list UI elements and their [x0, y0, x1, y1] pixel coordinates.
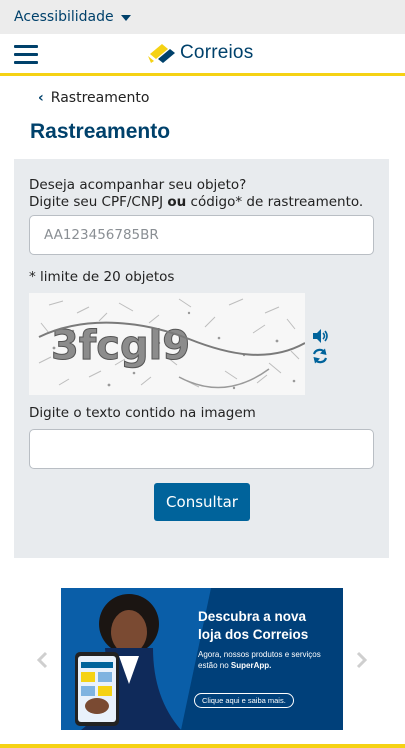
correios-logo[interactable]: Correios	[148, 42, 253, 64]
intro-line-2: Digite seu CPF/CNPJ ou código* de rastre…	[29, 194, 364, 210]
logo-text: Correios	[180, 42, 254, 63]
tracking-form-panel: Deseja acompanhar seu objeto? Digite seu…	[14, 159, 389, 558]
intro-line-1: Deseja acompanhar seu objeto?	[29, 177, 247, 193]
back-link[interactable]: ‹ Rastreamento	[38, 90, 149, 106]
accessibility-label: Acessibilidade	[14, 9, 114, 25]
chevron-left-icon[interactable]	[34, 650, 52, 670]
chevron-left-icon: ‹	[38, 90, 44, 106]
site-header: Correios	[0, 34, 405, 76]
captcha-tools	[311, 327, 331, 367]
svg-text:3fcgl9: 3fcgl9	[51, 323, 190, 369]
accessibility-menu[interactable]: Acessibilidade	[0, 0, 405, 34]
menu-icon[interactable]	[14, 45, 38, 65]
tracking-code-input[interactable]	[29, 215, 374, 255]
chevron-right-icon[interactable]	[352, 650, 370, 670]
audio-icon[interactable]	[311, 327, 329, 345]
promo-banner[interactable]: Descubra a nova loja dos Correios Agora,…	[61, 588, 343, 730]
page-title: Rastreamento	[30, 120, 171, 143]
captcha-image: 3fcgl9	[29, 293, 305, 395]
banner-subtitle: Agora, nossos produtos e serviços estão …	[198, 650, 321, 670]
limit-note: * limite de 20 objetos	[29, 269, 175, 285]
refresh-icon[interactable]	[311, 347, 329, 365]
captcha-input[interactable]	[29, 429, 374, 469]
chevron-down-icon	[120, 15, 131, 21]
captcha-input-label: Digite o texto contido na imagem	[29, 405, 256, 421]
back-link-label: Rastreamento	[50, 90, 150, 106]
form-intro: Deseja acompanhar seu objeto? Digite seu…	[29, 177, 363, 211]
footer-accent-bar	[0, 744, 405, 748]
banner-cta[interactable]: Clique aqui e saiba mais.	[194, 693, 294, 708]
correios-logo-icon	[148, 44, 175, 63]
banner-title: Descubra a nova loja dos Correios	[198, 609, 309, 642]
consultar-button[interactable]: Consultar	[154, 483, 250, 521]
